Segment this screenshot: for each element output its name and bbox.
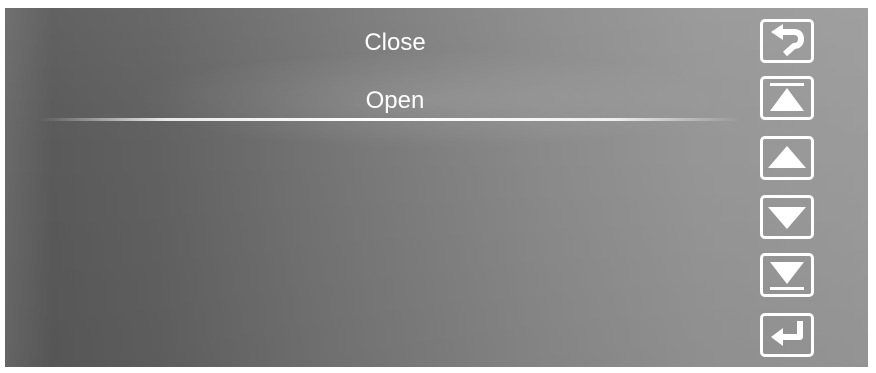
selection-highlight-line: [40, 118, 740, 121]
page-bottom-icon: [770, 262, 804, 290]
back-arrow-icon: [771, 24, 804, 57]
right-border: [868, 0, 876, 373]
enter-return-icon: [771, 321, 803, 346]
back-button[interactable]: [760, 19, 814, 63]
down-arrow-icon: [768, 207, 806, 229]
option-close[interactable]: Close: [200, 21, 590, 65]
enter-button[interactable]: [760, 313, 814, 357]
option-open[interactable]: Open: [200, 79, 590, 123]
page-top-button[interactable]: [760, 76, 814, 120]
menu-screen: Close Open: [0, 0, 876, 373]
scroll-down-button[interactable]: [760, 195, 814, 239]
top-border: [0, 0, 876, 8]
left-border: [0, 0, 5, 373]
up-arrow-icon: [768, 146, 806, 168]
scroll-up-button[interactable]: [760, 136, 814, 180]
page-bottom-button[interactable]: [760, 253, 814, 297]
bottom-border: [0, 367, 876, 373]
page-top-icon: [770, 83, 804, 111]
